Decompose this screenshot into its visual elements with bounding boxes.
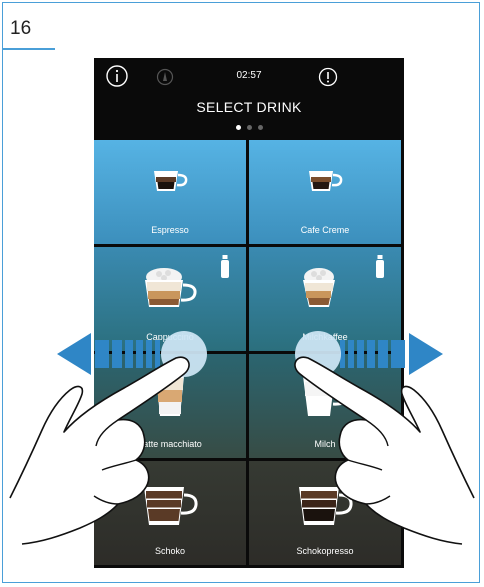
milk-cup-icon [303,376,350,416]
drink-label: Schoko [154,546,186,556]
figure-number: 16 [10,18,32,39]
milk-bottle-icon [376,255,384,278]
drink-label: Milchkaffee [302,332,348,342]
page-dot[interactable] [257,125,263,130]
drink-label: Milch [314,439,336,449]
status-header: 02:57 SELECT DRINK [94,58,404,140]
clock: 02:57 [236,70,262,81]
drink-label: Espresso [151,225,189,235]
touchscreen: 02:57 SELECT DRINK Espresso Cafe Creme C… [94,58,404,568]
drink-label: Cappuccino [146,332,194,342]
schokopresso-cup-icon [299,487,353,525]
drink-tile-schokopresso[interactable]: Schokopresso [249,461,401,565]
drink-label: Cafe Creme [300,225,350,235]
milk-bottle-icon [221,255,229,278]
espresso-cup-icon [154,171,188,191]
alert-icon[interactable] [318,67,338,87]
milchkaffee-cup-icon [303,268,335,307]
cappuccino-cup-icon [145,268,197,307]
drink-tile-latte-macchiato[interactable]: Latte macchiato [94,354,246,458]
drink-tile-espresso[interactable]: Espresso [94,140,246,244]
drink-tile-schoko[interactable]: Schoko [94,461,246,565]
drink-tile-cafe-creme[interactable]: Cafe Creme [249,140,401,244]
drink-tile-milch[interactable]: Milch [249,354,401,458]
drink-label: Latte macchiato [138,439,202,449]
drink-grid: Espresso Cafe Creme Cappuccino Milchkaff… [94,140,404,568]
cafe-creme-cup-icon [309,171,343,191]
page-dot-active[interactable] [235,125,241,130]
page-dot[interactable] [246,125,252,130]
drink-tile-cappuccino[interactable]: Cappuccino [94,247,246,351]
drink-tile-milchkaffee[interactable]: Milchkaffee [249,247,401,351]
schoko-cup-icon [144,487,198,525]
figure-number-rule [3,48,55,50]
page-indicator[interactable] [94,125,404,130]
latte-macchiato-glass-icon [156,376,184,416]
screen-title: SELECT DRINK [196,99,302,115]
drink-label: Schokopresso [296,546,354,556]
